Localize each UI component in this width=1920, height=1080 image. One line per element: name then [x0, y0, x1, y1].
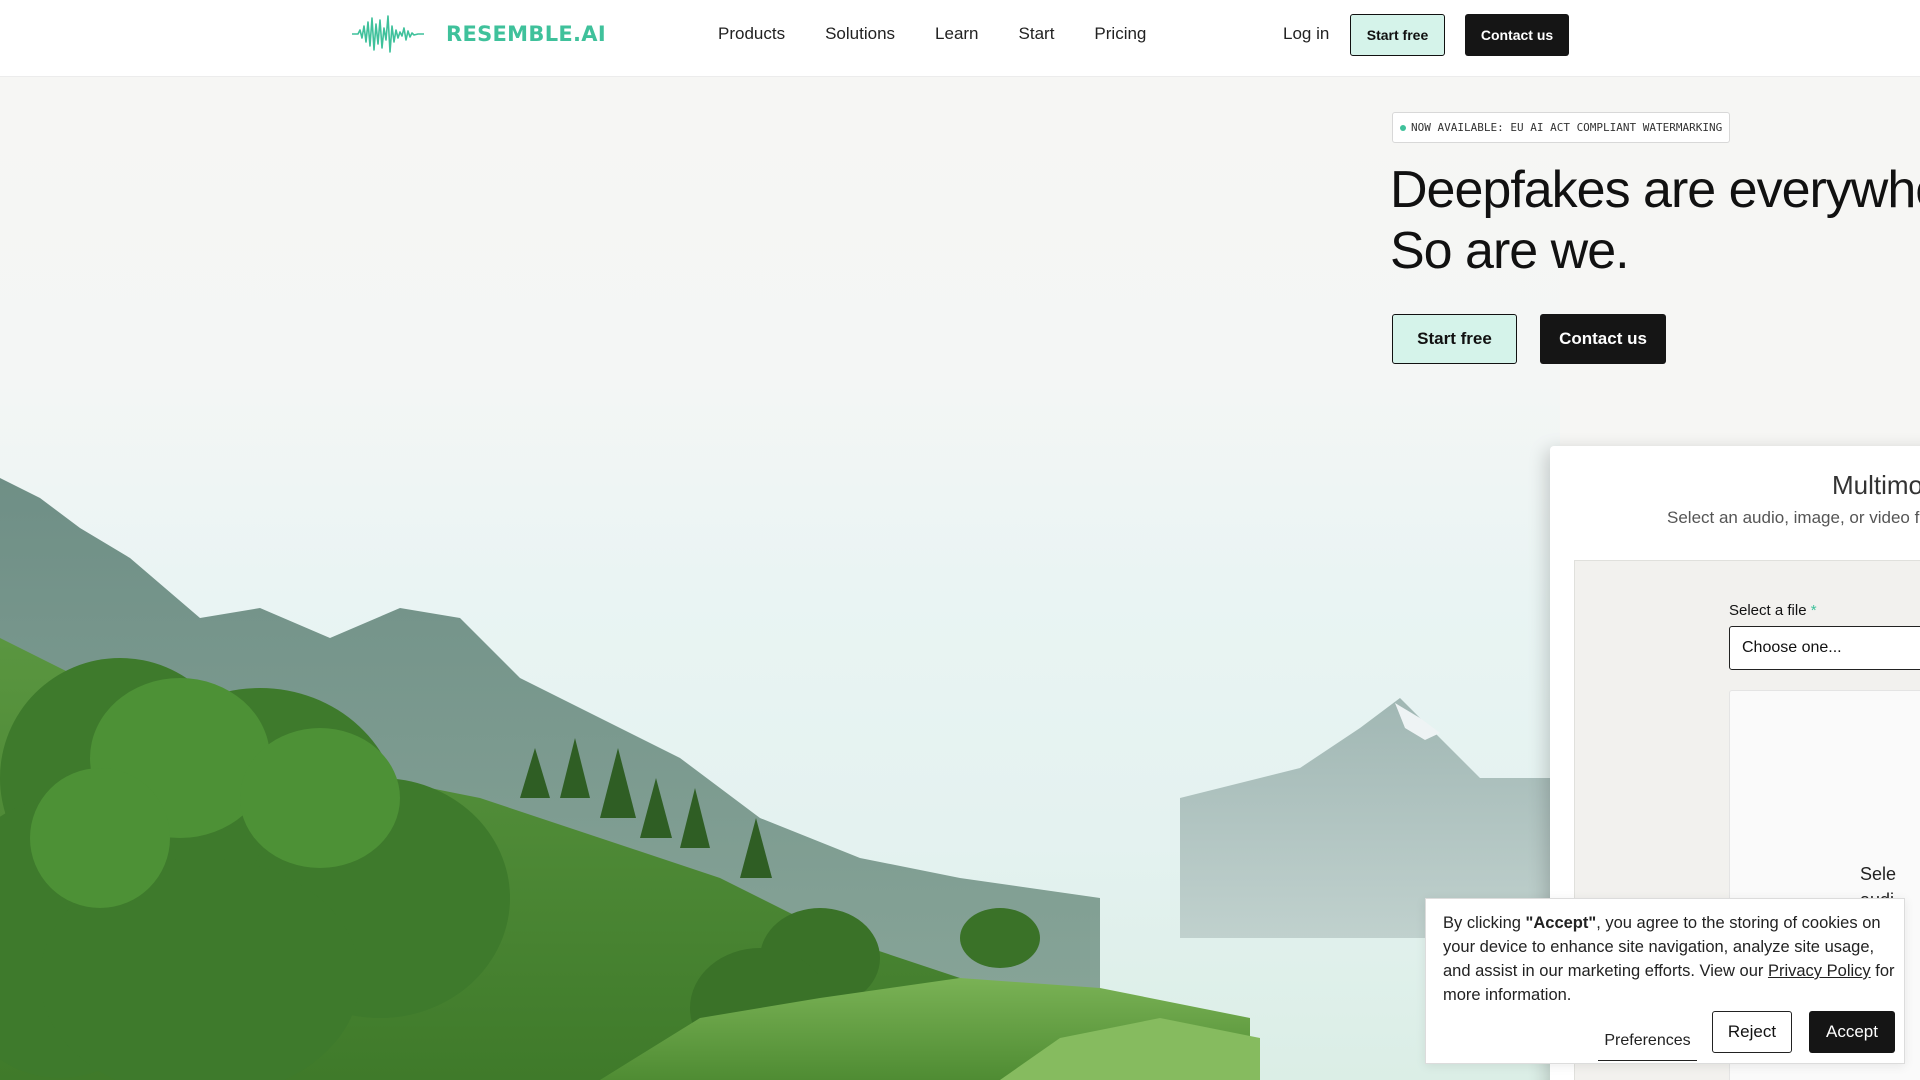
file-select-dropdown[interactable]: Choose one...	[1729, 626, 1920, 670]
cookie-text-bold: "Accept"	[1525, 914, 1597, 932]
hero-start-free-button[interactable]: Start free	[1392, 314, 1517, 364]
nav-links: Products Solutions Learn Start Pricing	[718, 24, 1186, 44]
badge-text: NOW AVAILABLE: EU AI ACT COMPLIANT WATER…	[1411, 121, 1723, 134]
top-nav: RESEMBLE.AI Products Solutions Learn Sta…	[0, 0, 1920, 77]
required-mark: *	[1810, 602, 1817, 619]
card-subtitle: Select an audio, image, or video f	[1667, 508, 1920, 527]
status-dot-icon	[1400, 124, 1406, 131]
nav-start-free-button[interactable]: Start free	[1350, 14, 1445, 56]
file-select-label: Select a file *	[1729, 602, 1817, 619]
hero-contact-button[interactable]: Contact us	[1540, 314, 1666, 364]
file-label-text: Select a file	[1729, 602, 1807, 619]
nav-learn[interactable]: Learn	[935, 24, 978, 44]
nav-products[interactable]: Products	[718, 24, 785, 44]
nav-solutions[interactable]: Solutions	[825, 24, 895, 44]
hero-headline: Deepfakes are everywhere So are we.	[1390, 160, 1920, 282]
announcement-badge[interactable]: NOW AVAILABLE: EU AI ACT COMPLIANT WATER…	[1392, 112, 1731, 143]
nav-start[interactable]: Start	[1019, 24, 1055, 44]
waveform-icon	[352, 15, 424, 53]
headline-line-1: Deepfakes are everywhere	[1390, 161, 1920, 219]
cookie-text-start: By clicking	[1443, 914, 1526, 932]
cookie-reject-button[interactable]: Reject	[1712, 1011, 1792, 1053]
logo-text: RESEMBLE.AI	[446, 22, 606, 46]
login-link[interactable]: Log in	[1283, 24, 1329, 44]
privacy-policy-link[interactable]: Privacy Policy	[1768, 962, 1871, 980]
cookie-text: By clicking "Accept", you agree to the s…	[1443, 911, 1898, 1007]
logo[interactable]: RESEMBLE.AI	[352, 14, 606, 54]
dropzone-line-1: Sele	[1860, 864, 1897, 884]
headline-line-2: So are we.	[1390, 222, 1630, 280]
cookie-preferences-button[interactable]: Preferences	[1598, 1021, 1697, 1061]
nav-contact-button[interactable]: Contact us	[1465, 14, 1569, 56]
cookie-banner: By clicking "Accept", you agree to the s…	[1425, 898, 1905, 1064]
nav-pricing[interactable]: Pricing	[1094, 24, 1146, 44]
hero-landscape-image	[0, 78, 1560, 1080]
cookie-accept-button[interactable]: Accept	[1809, 1011, 1895, 1053]
card-title: Multimo	[1832, 470, 1920, 500]
